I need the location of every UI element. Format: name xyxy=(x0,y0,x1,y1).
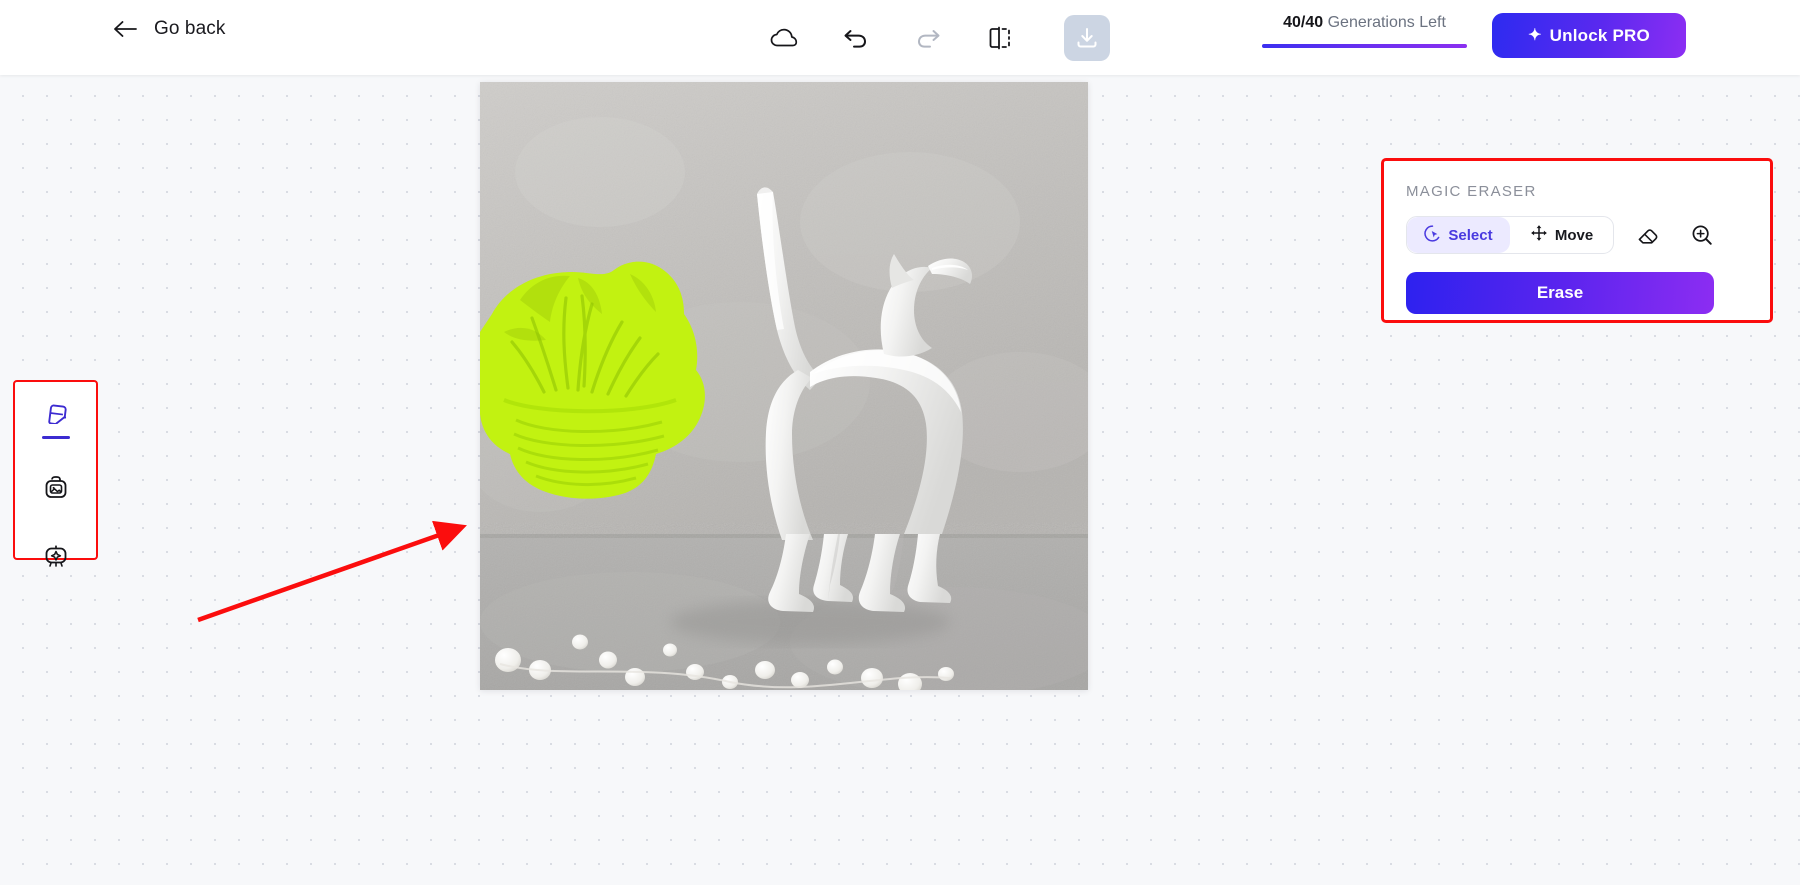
sidebar-item-background[interactable] xyxy=(33,473,79,508)
generations-counter: 40/40 Generations Left xyxy=(1262,14,1467,48)
sidebar-item-eraser[interactable] xyxy=(33,394,79,439)
annotation-arrow xyxy=(197,520,467,623)
mode-select-button[interactable]: Select xyxy=(1407,217,1510,253)
erase-button[interactable]: Erase xyxy=(1406,272,1714,314)
mode-move-button[interactable]: Move xyxy=(1510,217,1613,253)
editor-canvas[interactable]: MAGIC ERASER Select Move Erase xyxy=(0,75,1800,885)
unlock-pro-button[interactable]: ✦ Unlock PRO xyxy=(1492,13,1686,58)
zoom-in-icon[interactable] xyxy=(1682,216,1722,254)
top-bar: Go back 40/40 Generations Left ✦ Unlock … xyxy=(0,0,1800,75)
generations-progress-bar xyxy=(1262,44,1467,48)
generations-text: 40/40 Generations Left xyxy=(1262,14,1467,32)
arrow-left-icon xyxy=(112,19,138,39)
app-root: Go back 40/40 Generations Left ✦ Unlock … xyxy=(0,0,1800,885)
unlock-pro-label: Unlock PRO xyxy=(1549,25,1650,45)
mode-select-label: Select xyxy=(1448,226,1493,244)
image-bag-icon xyxy=(41,473,71,508)
generations-count: 40/40 xyxy=(1283,14,1324,31)
redo-icon[interactable] xyxy=(904,14,952,62)
magic-eraser-controls: Select Move xyxy=(1406,216,1748,254)
mode-toggle-group: Select Move xyxy=(1406,216,1614,254)
cloud-icon[interactable] xyxy=(760,14,808,62)
go-back-label: Go back xyxy=(154,18,226,39)
eraser-icon xyxy=(41,394,71,429)
active-indicator xyxy=(41,436,70,439)
edited-image[interactable] xyxy=(480,82,1088,690)
magic-eraser-panel: MAGIC ERASER Select Move Erase xyxy=(1381,158,1773,323)
eraser-tool-icon[interactable] xyxy=(1628,216,1668,254)
download-icon[interactable] xyxy=(1064,15,1110,61)
compare-icon[interactable] xyxy=(976,14,1024,62)
undo-icon[interactable] xyxy=(832,14,880,62)
go-back-button[interactable]: Go back xyxy=(112,18,225,40)
magic-eraser-title: MAGIC ERASER xyxy=(1406,183,1537,200)
left-tool-rail xyxy=(13,380,98,567)
mode-move-label: Move xyxy=(1554,226,1594,244)
sparkle-icon: ✦ xyxy=(1528,26,1542,44)
cursor-circle-icon xyxy=(1424,224,1441,246)
center-toolbar xyxy=(760,10,1110,66)
magic-enhance-icon xyxy=(41,542,71,577)
sidebar-item-enhance[interactable] xyxy=(33,542,79,577)
move-arrows-icon xyxy=(1530,224,1548,246)
generations-label: Generations Left xyxy=(1327,14,1446,31)
